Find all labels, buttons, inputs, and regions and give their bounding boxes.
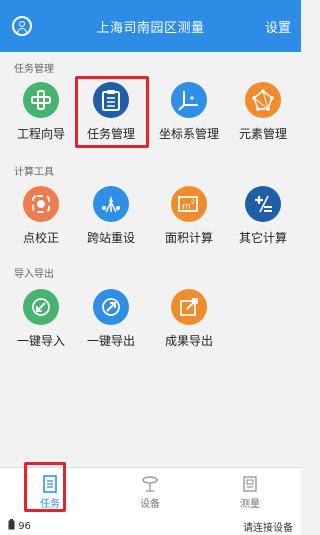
highlight-box — [75, 76, 149, 148]
axes-icon — [171, 82, 207, 118]
grid-item-label: 坐标系管理 — [158, 127, 219, 141]
grid-item-label: 成果导出 — [164, 334, 213, 348]
station-icon — [93, 186, 129, 222]
grid-item-area-calculation[interactable]: m 2 面积计算 — [154, 186, 224, 256]
grid-item-label: 面积计算 — [164, 231, 213, 245]
grid-item-label: 元素管理 — [238, 127, 287, 141]
svg-text:2: 2 — [191, 199, 195, 206]
grid-item-element-management[interactable]: 元素管理 — [228, 82, 298, 152]
measure-icon — [243, 476, 257, 492]
result-export-icon — [171, 289, 207, 325]
nav-tab-measure[interactable]: 测量 — [200, 468, 300, 517]
connection-status[interactable]: 请连接设备 — [243, 519, 293, 534]
status-bar: 96 请连接设备 — [0, 516, 301, 535]
grid-item-label: 跨站重设 — [86, 231, 135, 245]
highlight-box — [24, 462, 66, 512]
grid-item-other-calculation[interactable]: 其它计算 — [228, 186, 298, 256]
grid-item-project-wizard[interactable]: 工程向导 — [6, 82, 76, 152]
nav-tab-device[interactable]: 设备 — [100, 468, 200, 517]
section-title-tools: 计算工具 — [14, 167, 54, 178]
settings-button[interactable]: 设置 — [265, 17, 291, 36]
import-icon — [23, 289, 59, 325]
grid-item-result-export[interactable]: 成果导出 — [154, 289, 224, 359]
grid-item-coordinate-system[interactable]: 坐标系管理 — [154, 82, 224, 152]
battery-level: 96 — [18, 521, 31, 532]
area-icon: m 2 — [171, 186, 207, 222]
grid-item-one-click-import[interactable]: 一键导入 — [6, 289, 76, 359]
page-title: 上海司南园区测量 — [96, 21, 205, 36]
section-title-import-export: 导入导出 — [14, 269, 54, 280]
grid-item-one-click-export[interactable]: 一键导出 — [76, 289, 146, 359]
export-icon — [93, 289, 129, 325]
battery-status: 96 — [8, 519, 31, 532]
grid-item-station-reset[interactable]: 跨站重设 — [76, 186, 146, 256]
app: 上海司南园区测量 设置 任务管理 工程向导 任务管理 坐标系管理 元素管理 计算… — [0, 0, 301, 535]
plus-icon — [23, 82, 59, 118]
calculator-icon — [245, 186, 281, 222]
app-header: 上海司南园区测量 设置 — [0, 0, 301, 52]
target-icon — [23, 186, 59, 222]
network-icon — [245, 82, 281, 118]
svg-text:m: m — [182, 202, 191, 212]
grid-item-label: 一键导出 — [86, 334, 135, 348]
grid-item-label: 其它计算 — [238, 231, 287, 245]
nav-label: 设备 — [140, 499, 160, 510]
battery-icon — [8, 519, 15, 530]
device-icon — [142, 476, 158, 492]
nav-label: 测量 — [240, 499, 260, 510]
grid-item-point-calibration[interactable]: 点校正 — [6, 186, 76, 256]
section-title-task: 任务管理 — [14, 64, 54, 75]
